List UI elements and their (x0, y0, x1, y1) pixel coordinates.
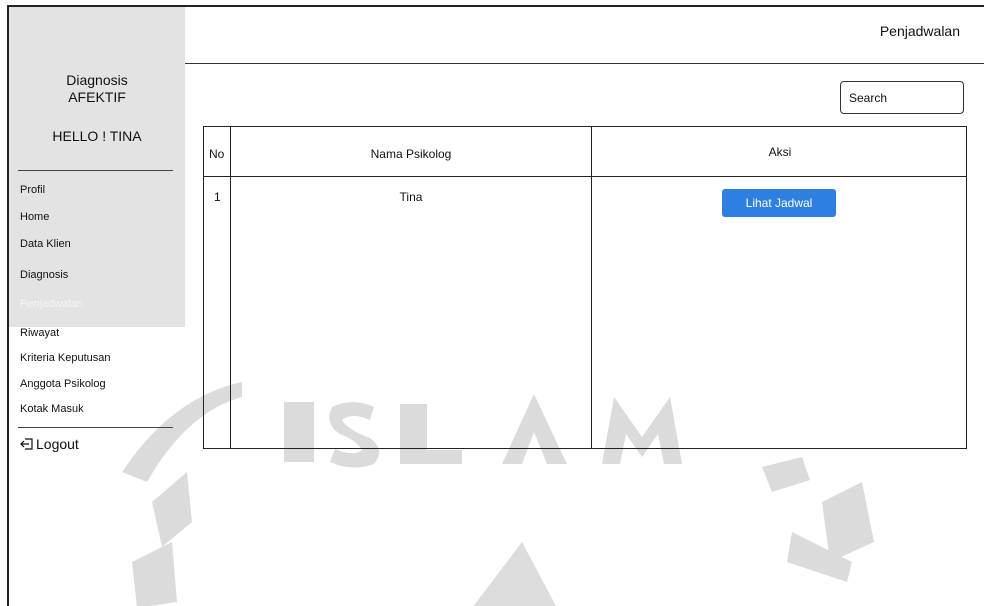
row-1-no: 1 (214, 190, 221, 204)
brand-title: Diagnosis AFEKTIF (9, 72, 185, 106)
header-divider (185, 63, 984, 64)
brand-line2: AFEKTIF (68, 89, 126, 105)
header-divider (204, 176, 966, 177)
logout-label: Logout (36, 436, 79, 452)
sidebar-divider-bottom (18, 427, 173, 428)
header-no: No (209, 147, 225, 161)
sidebar-item-kotak-masuk[interactable]: Kotak Masuk (20, 403, 84, 415)
row-1-name: Tina (399, 190, 423, 204)
page-title: Penjadwalan (879, 23, 960, 39)
sidebar-item-profil[interactable]: Profil (20, 184, 45, 196)
sidebar-item-anggota-psikolog[interactable]: Anggota Psikolog (20, 378, 106, 390)
sidebar-item-kriteria-keputusan[interactable]: Kriteria Keputusan (20, 352, 111, 364)
sidebar-item-diagnosis[interactable]: Diagnosis (20, 269, 68, 281)
sidebar-item-home[interactable]: Home (20, 211, 49, 223)
psychologist-table: No Nama Psikolog Aksi 1 Tina Lihat Jadwa… (203, 126, 967, 449)
header-aksi: Aksi (768, 145, 792, 159)
search-input[interactable] (840, 81, 964, 114)
app-frame: Diagnosis AFEKTIF HELLO ! TINA Profil Ho… (7, 5, 984, 606)
greeting-text: HELLO ! TINA (52, 128, 142, 144)
brand-line1: Diagnosis (66, 72, 128, 88)
sidebar-item-data-klien[interactable]: Data Klien (20, 238, 71, 250)
sidebar-item-penjadwalan[interactable]: Penjadwalan (20, 298, 83, 310)
lihat-jadwal-button[interactable]: Lihat Jadwal (722, 189, 836, 217)
logout-button[interactable]: Logout (20, 436, 79, 452)
sidebar-item-riwayat[interactable]: Riwayat (20, 327, 59, 339)
header-nama-psikolog: Nama Psikolog (370, 147, 452, 161)
sidebar-divider (18, 170, 173, 171)
logout-icon (20, 437, 34, 451)
